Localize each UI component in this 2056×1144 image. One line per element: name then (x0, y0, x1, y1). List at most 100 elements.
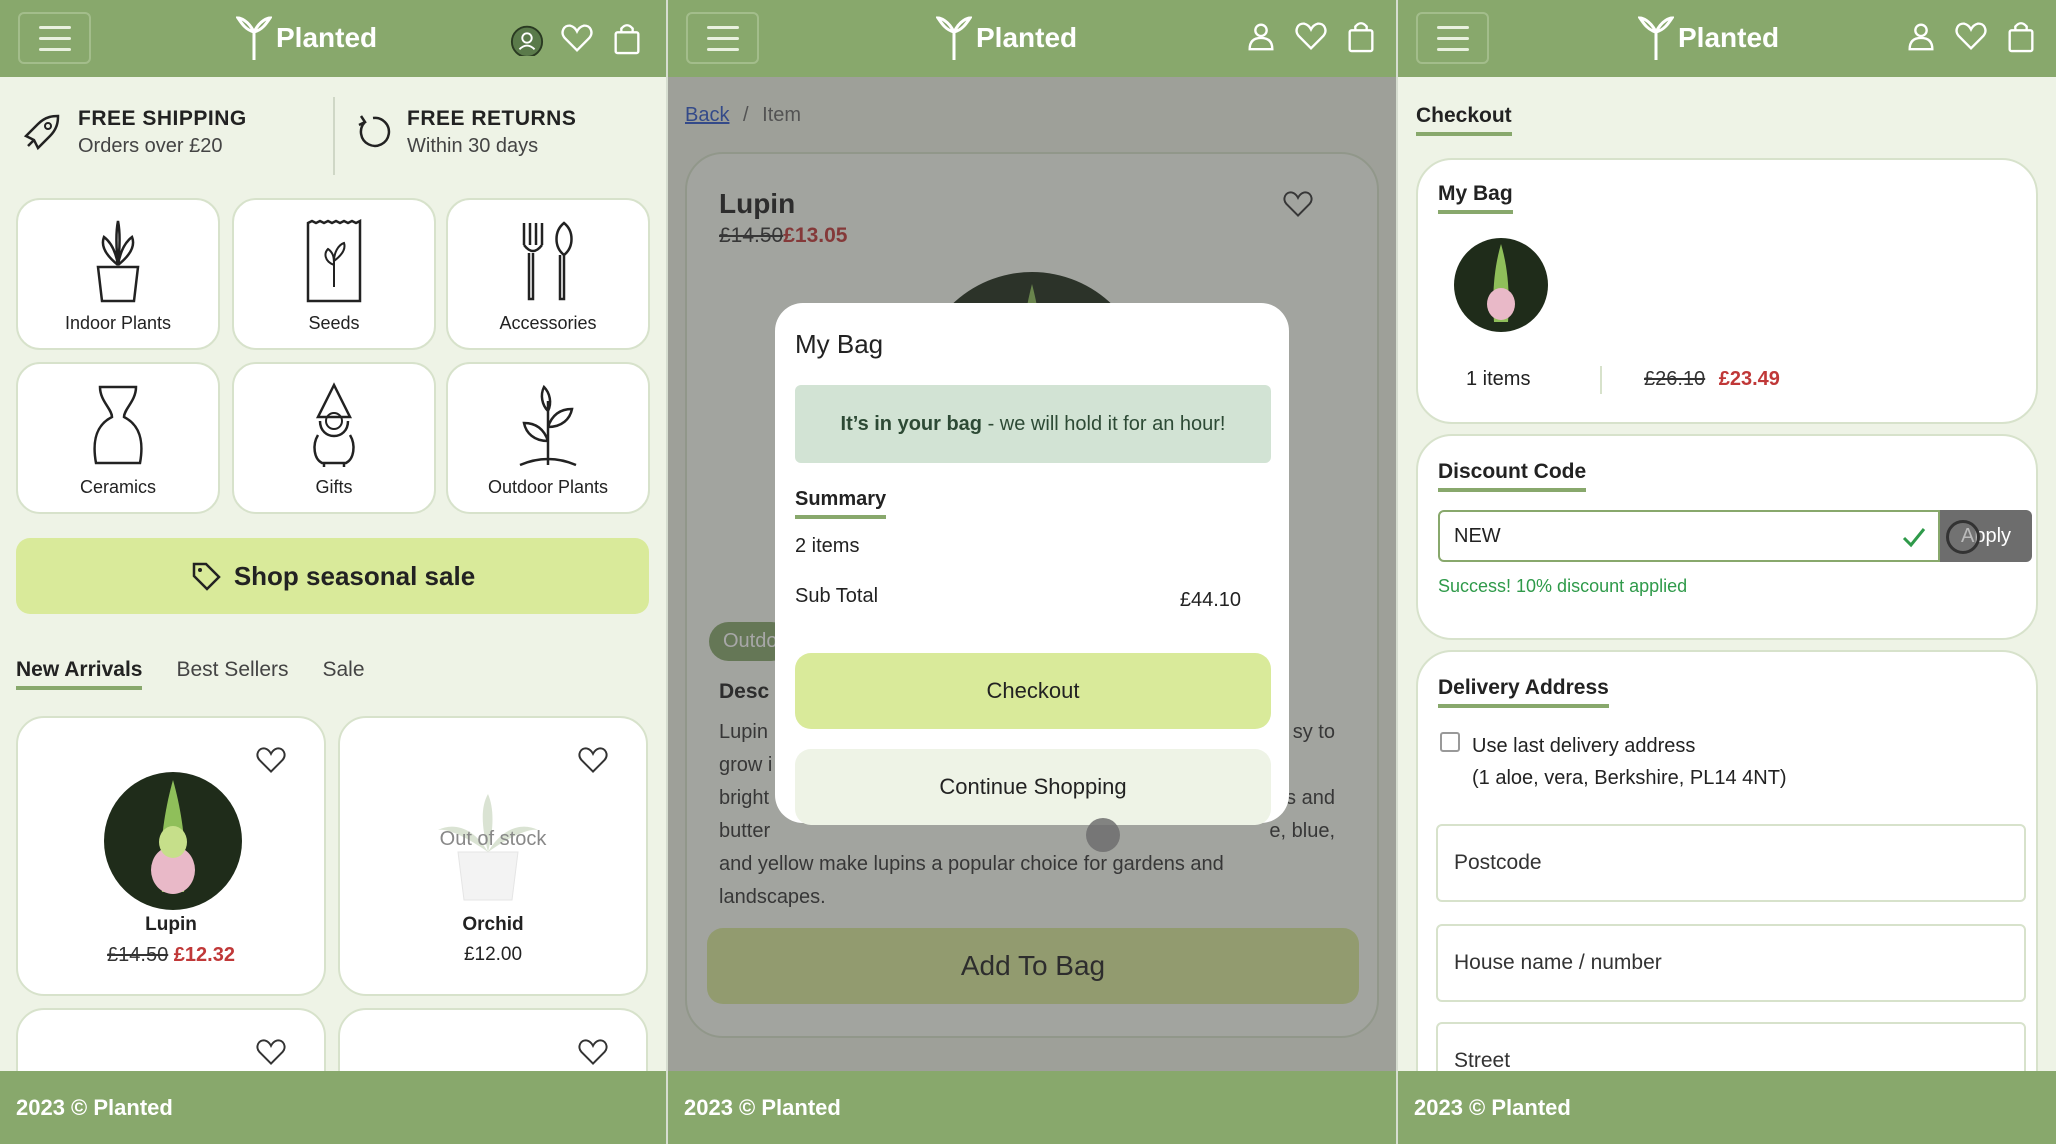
check-icon (1902, 528, 1926, 548)
section-title: My Bag (1438, 182, 1513, 214)
bag-notice: It’s in your bag - we will hold it for a… (795, 385, 1271, 463)
heart-icon[interactable] (254, 1036, 288, 1068)
section-title: Delivery Address (1438, 676, 1609, 708)
use-last-address-checkbox[interactable] (1440, 732, 1460, 752)
bag-modal: My Bag It’s in your bag - we will hold i… (775, 303, 1289, 825)
footer: 2023 © Planted (0, 1071, 666, 1144)
checkout-screen: Planted Checkout My Bag 1 items £26.10 £… (1398, 0, 2056, 1144)
heart-icon[interactable] (254, 744, 288, 776)
category-label: Gifts (315, 477, 353, 497)
discount-section: Discount Code NEW Apply Success! 10% dis… (1416, 434, 2038, 640)
header: Planted (0, 0, 666, 77)
old-price: £14.50 (107, 944, 169, 966)
lupin-image (104, 772, 242, 910)
product-price: £12.00 (463, 944, 523, 965)
footer: 2023 © Planted (668, 1071, 1396, 1144)
account-icon[interactable] (1904, 18, 1938, 59)
home-screen: Planted FREE SHIPPING Orders over £20 FRE… (0, 0, 666, 1144)
product-name: Lupin (145, 914, 197, 935)
category-label: Accessories (499, 313, 597, 333)
bag-total: £23.49 (1718, 368, 1780, 390)
category-seeds[interactable]: Seeds (232, 198, 436, 350)
menu-button[interactable] (18, 12, 91, 64)
tab-sale[interactable]: Sale (323, 658, 365, 690)
touch-indicator (1946, 520, 1980, 554)
logo[interactable]: Planted (936, 14, 1077, 62)
wishlist-icon[interactable] (1294, 18, 1328, 59)
continue-shopping-button[interactable]: Continue Shopping (795, 749, 1271, 825)
notice-bold: It’s in your bag (840, 412, 983, 435)
category-gifts[interactable]: Gifts (232, 362, 436, 514)
sprout-icon (519, 384, 577, 467)
account-icon[interactable] (1244, 18, 1278, 59)
sale-label: Shop seasonal sale (233, 560, 476, 591)
shop-sale-button[interactable]: Shop seasonal sale (16, 538, 649, 614)
logo-text: Planted (1678, 22, 1780, 53)
item-count: 2 items (795, 535, 860, 557)
old-total: £26.10 (1644, 368, 1706, 390)
header: Planted (1398, 0, 2056, 77)
heart-icon[interactable] (576, 744, 610, 776)
sprout-logo-icon (1638, 16, 1674, 60)
postcode-field[interactable]: Postcode (1436, 824, 2026, 902)
product-screen: Planted Back / Item Lupin £14.50£13.05 O… (668, 0, 1396, 1144)
benefit-title: FREE RETURNS (407, 106, 577, 130)
category-ceramics[interactable]: Ceramics (16, 362, 220, 514)
product-name: Orchid (462, 914, 524, 935)
free-returns: FREE RETURNS Within 30 days (333, 107, 666, 158)
tab-new-arrivals[interactable]: New Arrivals (16, 658, 143, 690)
out-of-stock-label: Out of stock (439, 828, 547, 850)
checkout-button[interactable]: Checkout (795, 653, 1271, 729)
subtotal-value: £44.10 (1179, 589, 1241, 611)
house-field[interactable]: House name / number (1436, 924, 2026, 1002)
discount-success-message: Success! 10% discount applied (1438, 576, 1688, 596)
logo-text: Planted (276, 22, 378, 53)
discount-input[interactable]: NEW (1438, 510, 1940, 562)
last-address-text: (1 aloe, vera, Berkshire, PL14 4NT) (1472, 767, 1787, 789)
bag-item-image (1454, 238, 1548, 332)
menu-button[interactable] (686, 12, 759, 64)
tab-best-sellers[interactable]: Best Sellers (176, 658, 288, 690)
page-title: Checkout (1416, 104, 1512, 136)
benefits-banner: FREE SHIPPING Orders over £20 FREE RETURN… (0, 77, 666, 187)
seed-packet-icon (306, 218, 362, 303)
potted-plant-icon (96, 220, 140, 303)
category-label: Ceramics (79, 477, 156, 497)
use-last-address-label: Use last delivery address (1472, 735, 1696, 757)
heart-icon[interactable] (576, 1036, 610, 1068)
gnome-icon (313, 382, 355, 467)
product-card-orchid[interactable]: Out of stock Orchid £12.00 (338, 716, 648, 996)
product-tabs: New Arrivals Best Sellers Sale (16, 658, 365, 690)
product-card-lupin[interactable]: Lupin £14.50 £12.32 (16, 716, 326, 996)
category-accessories[interactable]: Accessories (446, 198, 650, 350)
header: Planted (668, 0, 1396, 77)
bag-icon[interactable] (1344, 18, 1378, 59)
category-indoor-plants[interactable]: Indoor Plants (16, 198, 220, 350)
free-shipping: FREE SHIPPING Orders over £20 (0, 107, 333, 158)
garden-tools-icon (522, 221, 573, 301)
notice-text: - we will hold it for an hour! (982, 412, 1226, 435)
bag-icon[interactable] (2004, 18, 2038, 59)
postcode-placeholder: Postcode (1454, 851, 1542, 874)
menu-button[interactable] (1416, 12, 1489, 64)
tag-icon (192, 562, 221, 591)
logo-text: Planted (976, 22, 1078, 53)
footer-text: 2023 © Planted (684, 1094, 841, 1120)
bag-item-count: 1 items (1466, 368, 1531, 390)
benefit-subtitle: Orders over £20 (78, 134, 223, 157)
modal-title: My Bag (795, 329, 884, 359)
logo[interactable]: Planted (1638, 14, 1779, 62)
logo[interactable]: Planted (236, 14, 377, 62)
category-outdoor-plants[interactable]: Outdoor Plants (446, 362, 650, 514)
subtotal-label: Sub Total (795, 585, 879, 607)
rocket-icon (23, 114, 60, 151)
bag-icon[interactable] (610, 20, 644, 61)
footer-text: 2023 © Planted (16, 1094, 173, 1120)
category-label: Indoor Plants (64, 313, 172, 333)
wishlist-icon[interactable] (560, 20, 594, 61)
section-title: Discount Code (1438, 460, 1587, 492)
wishlist-icon[interactable] (1954, 18, 1988, 59)
summary-heading: Summary (795, 488, 887, 519)
account-icon[interactable] (510, 20, 544, 61)
footer-text: 2023 © Planted (1414, 1094, 1571, 1120)
